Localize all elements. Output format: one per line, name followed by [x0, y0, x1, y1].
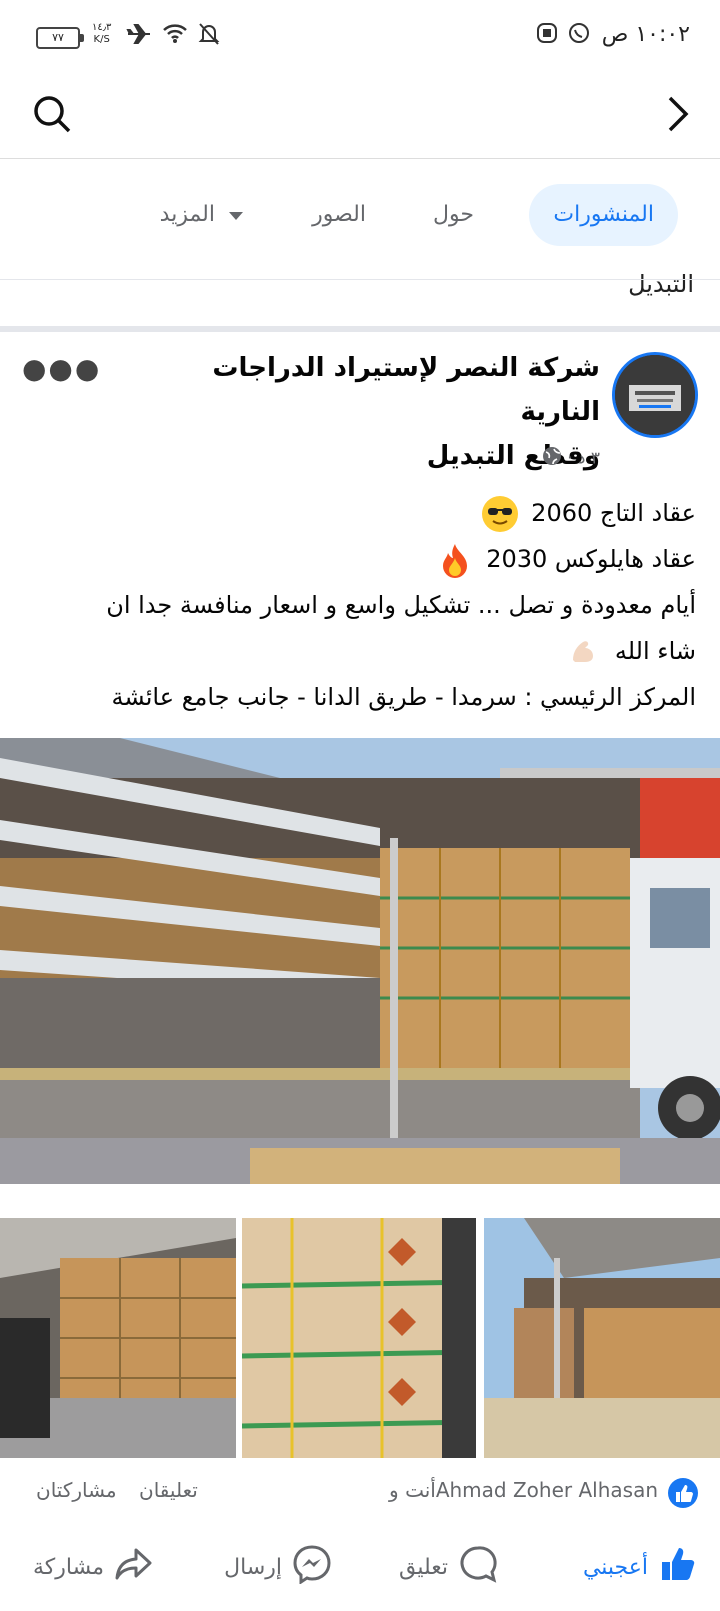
- send-button-label: إرسال: [224, 1554, 282, 1580]
- status-time: ١٠:٠٢ ص: [601, 22, 690, 47]
- more-options-icon[interactable]: ●●●: [22, 352, 101, 385]
- net-speed: ١٤٫٣ K/S: [92, 22, 112, 45]
- author-line2: وقطع التبديل: [426, 441, 600, 471]
- post-time: ٣ د ·: [567, 448, 600, 469]
- comment-button[interactable]: تعليق: [399, 1544, 498, 1590]
- post-line-5: المركز الرئيسي : سرمدا - طريق الدانا - ج…: [111, 683, 696, 711]
- comment-button-label: تعليق: [398, 1554, 448, 1580]
- tab-more[interactable]: المزيد: [160, 184, 244, 246]
- sunglasses-emoji-icon: [481, 496, 518, 532]
- reaction-names[interactable]: أنت وAhmad Zoher Alhasan: [389, 1478, 658, 1502]
- tab-photos[interactable]: الصور: [312, 184, 366, 246]
- page-tabs: المنشورات حول الصور المزيد: [0, 160, 720, 278]
- caret-down-icon: [228, 184, 244, 246]
- back-chevron-icon[interactable]: [666, 94, 692, 138]
- flexed-arm-emoji-icon: [565, 634, 601, 670]
- whatsapp-icon: [568, 22, 590, 50]
- comments-count[interactable]: تعليقان: [139, 1478, 198, 1502]
- thumbs-up-icon: [658, 1544, 698, 1590]
- globe-icon: [542, 446, 562, 471]
- tab-more-label: المزيد: [159, 202, 215, 227]
- post-meta: ٣ د ·: [542, 446, 600, 471]
- share-arrow-icon: [114, 1544, 154, 1590]
- post-body: عقاد التاج 2060 عقاد هايلوكس 2030 أيام م…: [16, 490, 696, 720]
- previous-post-text: التبديل: [628, 270, 694, 298]
- like-button-label: أعجبني: [582, 1554, 648, 1580]
- post-line-2: عقاد هايلوكس 2030: [16, 536, 696, 582]
- post-actions: أعجبني تعليق إرسال مشاركة: [0, 1530, 720, 1611]
- shares-count[interactable]: مشاركتان: [36, 1478, 117, 1502]
- post-separator: [0, 326, 720, 332]
- wifi-icon: [162, 22, 188, 50]
- battery-icon: ٧٧: [36, 27, 84, 49]
- post-line-1: عقاد التاج 2060: [16, 490, 696, 536]
- author-line1: شركة النصر لإستيراد الدراجات النارية: [212, 353, 600, 427]
- status-bar: ١٠:٠٢ ص ٧٧ ١٤٫٣ K/S: [0, 0, 720, 72]
- post-thumbnail-1[interactable]: [0, 1218, 236, 1458]
- post-thumbnail-2[interactable]: [242, 1218, 476, 1458]
- airplane-mode-icon: [126, 22, 152, 52]
- post-line-4: شاء الله: [16, 628, 696, 674]
- share-button-label: مشاركة: [32, 1554, 104, 1580]
- like-button[interactable]: أعجبني: [583, 1544, 698, 1590]
- send-button[interactable]: إرسال: [224, 1544, 332, 1590]
- engagement-counts[interactable]: تعليقان مشاركتان: [36, 1478, 198, 1502]
- tab-posts[interactable]: المنشورات: [529, 184, 678, 246]
- post-thumbnail-3[interactable]: [484, 1218, 720, 1458]
- bell-muted-icon: [198, 22, 220, 52]
- messenger-icon: [292, 1544, 332, 1590]
- avatar[interactable]: [612, 352, 698, 438]
- post-author[interactable]: شركة النصر لإستيراد الدراجات النارية وقط…: [130, 346, 600, 478]
- tab-about[interactable]: حول: [433, 184, 474, 246]
- search-icon[interactable]: [32, 94, 72, 138]
- app-notification-icon: [536, 22, 558, 50]
- post-main-photo[interactable]: [0, 738, 720, 1184]
- post-line-3: أيام معدودة و تصل ... تشكيل واسع و اسعار…: [106, 591, 696, 619]
- like-reaction-icon[interactable]: [668, 1478, 698, 1508]
- fire-emoji-icon: [437, 542, 473, 578]
- share-button[interactable]: مشاركة: [33, 1544, 154, 1590]
- comment-bubble-icon: [458, 1544, 498, 1590]
- top-navigation: [0, 72, 720, 159]
- divider: [0, 279, 720, 280]
